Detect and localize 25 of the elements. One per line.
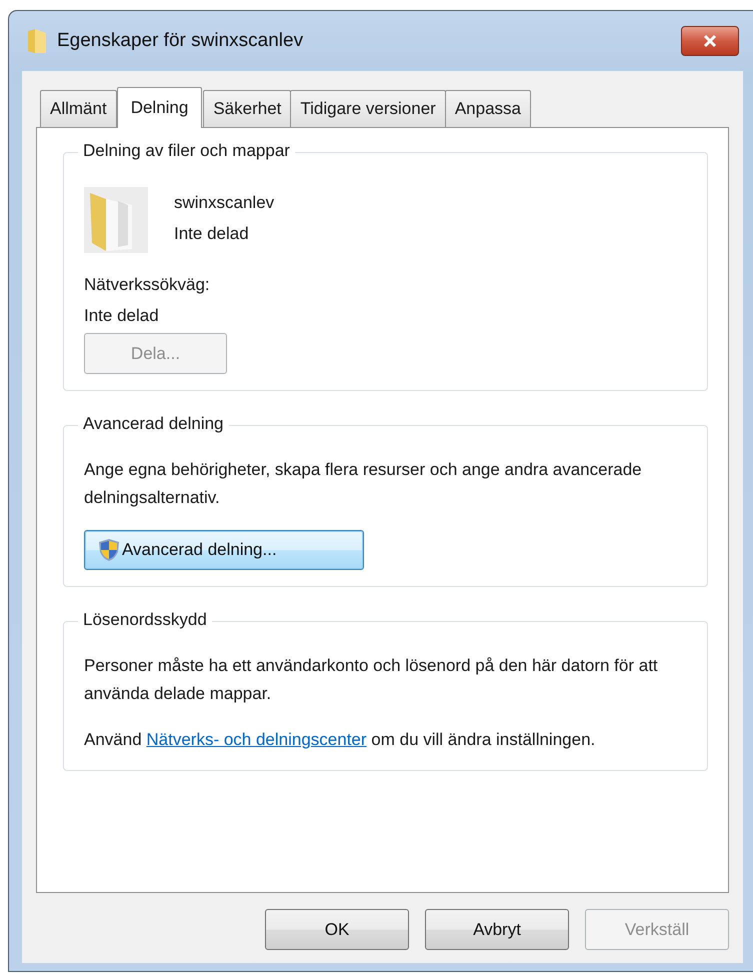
share-status: Inte delad xyxy=(174,223,250,245)
dialog-button[interactable]: Avbryt xyxy=(425,909,569,950)
tab[interactable]: Allmänt xyxy=(40,90,117,127)
help-sentence: Använd Nätverks- och delningscenter om du vill ändra inställningen. xyxy=(84,729,596,751)
dialog-button[interactable]: OK xyxy=(265,909,409,950)
close-button[interactable] xyxy=(681,26,739,56)
folder-icon xyxy=(84,187,148,253)
window-title: Egenskaper för swinxscanlev xyxy=(57,30,304,52)
group-title: Delning av filer och mappar xyxy=(78,141,295,161)
network-path-value: Inte delad xyxy=(84,305,159,327)
description-text: Ange egna behörigheter, skapa flera resurser och ange andra avancerade delningsalternativ. xyxy=(84,459,643,509)
network-center-link[interactable]: Nätverks- och delningscenter xyxy=(146,730,367,749)
tab[interactable]: Tidigare versioner xyxy=(290,90,446,127)
group-title: Avancerad delning xyxy=(78,414,229,434)
tab[interactable]: Säkerhet xyxy=(203,90,292,127)
folder-icon xyxy=(27,27,47,55)
description-text: Personer måste ha ett användarkonto och lösenord på den här datorn för att använda delade mappar. xyxy=(84,655,659,705)
tab[interactable]: Anpassa xyxy=(444,90,531,127)
tab[interactable]: Delning xyxy=(116,87,202,128)
close-icon xyxy=(702,34,718,48)
network-path-label: Nätverkssökväg: xyxy=(84,274,210,296)
group-title: Lösenordsskydd xyxy=(78,610,212,630)
advanced-sharing-button[interactable]: Avancerad delning... xyxy=(84,530,364,570)
folder-name: swinxscanlev xyxy=(174,192,274,214)
shield-icon xyxy=(98,538,120,562)
